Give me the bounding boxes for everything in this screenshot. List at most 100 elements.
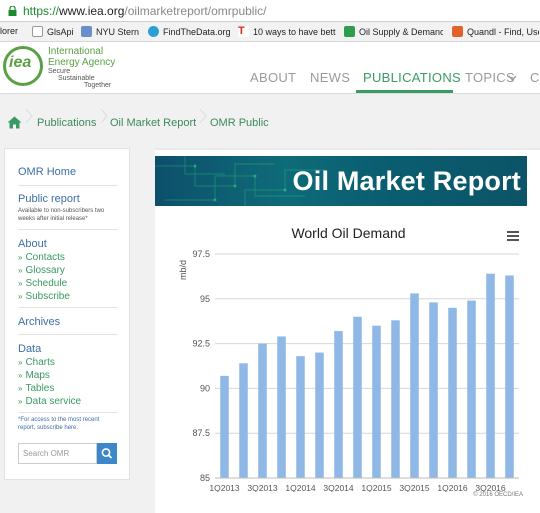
- banner-title: Oil Market Report: [292, 166, 521, 196]
- search-input[interactable]: Search OMR: [18, 443, 97, 464]
- tagline-together: Together: [84, 82, 112, 89]
- sidebar-archives[interactable]: Archives: [18, 316, 60, 328]
- sidebar-data[interactable]: Data: [18, 343, 41, 355]
- org-name-line1: International: [48, 46, 104, 57]
- url-scheme: https://: [23, 4, 60, 18]
- nav-news[interactable]: NEWS: [310, 70, 350, 85]
- bar: [296, 356, 305, 478]
- chevron-right-icon: »: [18, 397, 23, 406]
- bookmark-label: NYU Stern: [96, 26, 140, 37]
- bookmark-nyu-stern[interactable]: NYU Stern: [81, 26, 139, 37]
- sidebar-omr-home[interactable]: OMR Home: [18, 166, 76, 178]
- sidebar-link-charts[interactable]: » Charts: [18, 357, 55, 368]
- bar: [391, 320, 400, 478]
- search-icon: [101, 448, 113, 459]
- y-tick-label: 97.5: [192, 249, 210, 259]
- link-label: Schedule: [25, 278, 68, 289]
- bookmark-10-ways[interactable]: T 10 ways to have bett: [238, 26, 338, 37]
- sidebar-link-data-service[interactable]: » Data service: [18, 396, 81, 407]
- url-bar[interactable]: https://www.iea.org/oilmarketreport/omrp…: [0, 0, 540, 22]
- bar: [334, 331, 343, 478]
- chevron-right-icon: »: [18, 292, 23, 301]
- logo-text: iea: [9, 54, 32, 71]
- bookmark-oil-supply[interactable]: Oil Supply & Demanc: [344, 26, 444, 37]
- findthedata-icon: [148, 26, 159, 37]
- divider: [18, 334, 118, 335]
- bookmark-label: 10 ways to have bett: [253, 26, 336, 37]
- bar: [410, 293, 419, 478]
- chevron-right-icon: »: [18, 253, 23, 262]
- y-tick-label: 95: [200, 294, 210, 304]
- sidebar-link-contacts[interactable]: » Contacts: [18, 252, 65, 263]
- url-host: www.iea.org: [59, 4, 125, 18]
- sidebar-public-report[interactable]: Public report: [18, 193, 80, 205]
- breadcrumb-separator-icon: [199, 109, 207, 123]
- breadcrumb-publications[interactable]: Publications: [37, 117, 96, 129]
- bookmark-findthedata[interactable]: FindTheData.org: [148, 26, 231, 37]
- search-button[interactable]: [97, 443, 117, 464]
- chart-credit: © 2016 OECD/IEA: [473, 492, 523, 498]
- nav-publications[interactable]: PUBLICATIONS: [363, 70, 461, 85]
- bar: [277, 336, 286, 478]
- chevron-right-icon: »: [18, 358, 23, 367]
- bookmark-label: Quandl - Find, Use: [467, 26, 539, 37]
- sidebar-link-schedule[interactable]: » Schedule: [18, 278, 67, 289]
- t-icon: T: [238, 26, 249, 37]
- breadcrumb-separator-icon: [100, 109, 108, 123]
- link-label: Tables: [25, 383, 55, 394]
- oil-market-report-banner: Oil Market Report: [155, 156, 527, 206]
- url-text[interactable]: https://www.iea.org/oilmarketreport/omrp…: [23, 4, 266, 18]
- bar: [315, 352, 324, 478]
- bar: [353, 316, 362, 478]
- sidebar-link-maps[interactable]: » Maps: [18, 370, 50, 381]
- quandl-icon: [452, 26, 463, 37]
- x-tick-label: 3Q2016: [475, 483, 506, 492]
- nav-more[interactable]: C: [530, 70, 540, 85]
- y-tick-label: 92.5: [192, 339, 210, 349]
- sidebar-about[interactable]: About: [18, 238, 47, 250]
- divider: [18, 185, 118, 186]
- link-label: Charts: [25, 357, 55, 368]
- bar: [505, 275, 514, 478]
- bookmark-glsapi[interactable]: GlsApi: [32, 26, 74, 37]
- site-header: iea International Energy Agency Secure S…: [0, 42, 540, 94]
- sidebar-link-glossary[interactable]: » Glossary: [18, 265, 65, 276]
- page-icon: [32, 26, 43, 37]
- link-label: Data service: [25, 396, 82, 407]
- bar-chart: 85 87.5 90 92.5 95 97.5 mb/d 1Q2013 3Q2013 1Q2014…: [178, 249, 519, 492]
- breadcrumb-separator-icon: [25, 109, 33, 123]
- bar: [429, 302, 438, 478]
- nav-about[interactable]: ABOUT: [250, 70, 296, 85]
- link-label: Subscribe: [25, 291, 70, 302]
- lock-icon: [8, 6, 17, 16]
- sidebar-link-subscribe[interactable]: » Subscribe: [18, 291, 70, 302]
- home-icon[interactable]: [7, 116, 22, 129]
- link-label: Maps: [25, 370, 50, 381]
- y-tick-label: 85: [200, 473, 210, 483]
- bookmark-label: Oil Supply & Demanc: [359, 26, 443, 37]
- y-axis-label: mb/d: [178, 260, 188, 280]
- bar: [448, 307, 457, 478]
- subscribe-footnote[interactable]: *For access to the most recent report, s…: [18, 416, 118, 432]
- breadcrumb-oil-market-report[interactable]: Oil Market Report: [110, 117, 196, 129]
- url-path: /oilmarketreport/omrpublic/: [124, 4, 267, 18]
- folder-icon: [81, 26, 92, 37]
- y-tick-label: 90: [200, 383, 210, 393]
- chevron-right-icon: »: [18, 371, 23, 380]
- chevron-right-icon: »: [18, 384, 23, 393]
- x-tick-label: 1Q2015: [361, 483, 392, 492]
- bookmark-label: lorer: [0, 26, 19, 36]
- x-tick-label: 1Q2016: [437, 483, 468, 492]
- bar: [467, 300, 476, 478]
- bar: [372, 325, 381, 478]
- bookmark-lorer[interactable]: lorer: [0, 26, 18, 36]
- sidebar-link-tables[interactable]: » Tables: [18, 383, 54, 394]
- x-tick-label: 1Q2014: [285, 483, 316, 492]
- bar: [220, 375, 229, 478]
- breadcrumb-omr-public[interactable]: OMR Public: [210, 117, 269, 129]
- bookmark-quandl[interactable]: Quandl - Find, Use: [452, 26, 540, 37]
- divider: [18, 412, 118, 413]
- x-tick-label: 1Q2013: [209, 483, 240, 492]
- bar: [239, 363, 248, 478]
- chevron-right-icon: »: [18, 279, 23, 288]
